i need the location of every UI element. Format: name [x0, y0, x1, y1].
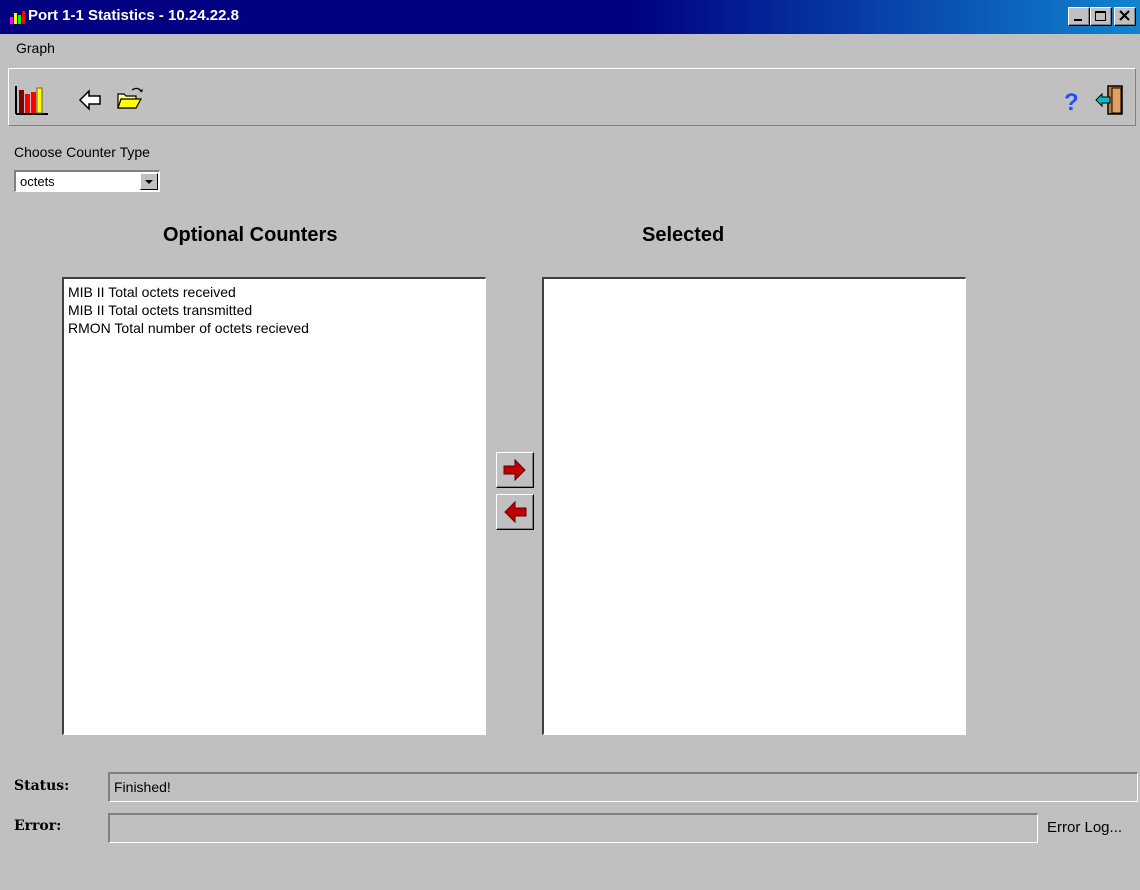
selected-counters-list[interactable]: [542, 277, 966, 735]
close-icon: [1119, 10, 1130, 21]
status-value: Finished!: [114, 779, 171, 795]
help-glyph: ?: [1064, 89, 1079, 116]
minimize-button[interactable]: [1068, 7, 1090, 26]
right-arrow-icon: [503, 458, 526, 482]
list-item[interactable]: MIB II Total octets transmitted: [64, 301, 309, 319]
list-item[interactable]: RMON Total number of octets recieved: [64, 319, 309, 337]
maximize-icon: [1095, 11, 1106, 21]
exit-button[interactable]: [1092, 82, 1128, 118]
error-field: [108, 813, 1038, 843]
remove-counter-button[interactable]: [496, 494, 534, 530]
close-button[interactable]: [1114, 7, 1136, 26]
help-button[interactable]: ?: [1054, 82, 1090, 118]
bar-chart-icon: [15, 86, 48, 115]
error-log-button[interactable]: Error Log...: [1047, 819, 1122, 836]
open-button[interactable]: [114, 82, 150, 118]
optional-counters-list[interactable]: MIB II Total octets received MIB II Tota…: [62, 277, 486, 735]
open-folder-icon: [117, 87, 143, 109]
maximize-button[interactable]: [1090, 7, 1112, 26]
list-item[interactable]: MIB II Total octets received: [64, 283, 309, 301]
selected-heading: Selected: [642, 224, 725, 246]
graph-button[interactable]: [14, 82, 50, 118]
dropdown-button[interactable]: [140, 173, 158, 190]
counter-type-value: octets: [20, 174, 55, 189]
status-label: Status:: [14, 778, 70, 794]
status-field: Finished!: [108, 772, 1138, 802]
add-counter-button[interactable]: [496, 452, 534, 488]
app-icon: [10, 11, 25, 24]
exit-door-icon: [1095, 85, 1123, 115]
title-bar: Port 1-1 Statistics - 10.24.22.8: [0, 0, 1140, 34]
help-icon: ?: [1064, 89, 1079, 116]
menu-bar: [0, 34, 1140, 64]
chevron-down-icon: [145, 180, 153, 184]
minimize-icon: [1074, 19, 1082, 21]
optional-counters-heading: Optional Counters: [163, 224, 338, 246]
choose-counter-type-label: Choose Counter Type: [14, 144, 150, 160]
toolbar: [8, 68, 1136, 126]
back-button[interactable]: [76, 82, 112, 118]
left-arrow-icon: [504, 500, 527, 524]
counter-type-select[interactable]: octets: [14, 170, 160, 192]
menu-item-graph[interactable]: Graph: [16, 40, 55, 56]
window-title: Port 1-1 Statistics - 10.24.22.8: [28, 7, 239, 24]
error-label: Error:: [14, 818, 62, 834]
back-arrow-icon: [78, 89, 101, 111]
